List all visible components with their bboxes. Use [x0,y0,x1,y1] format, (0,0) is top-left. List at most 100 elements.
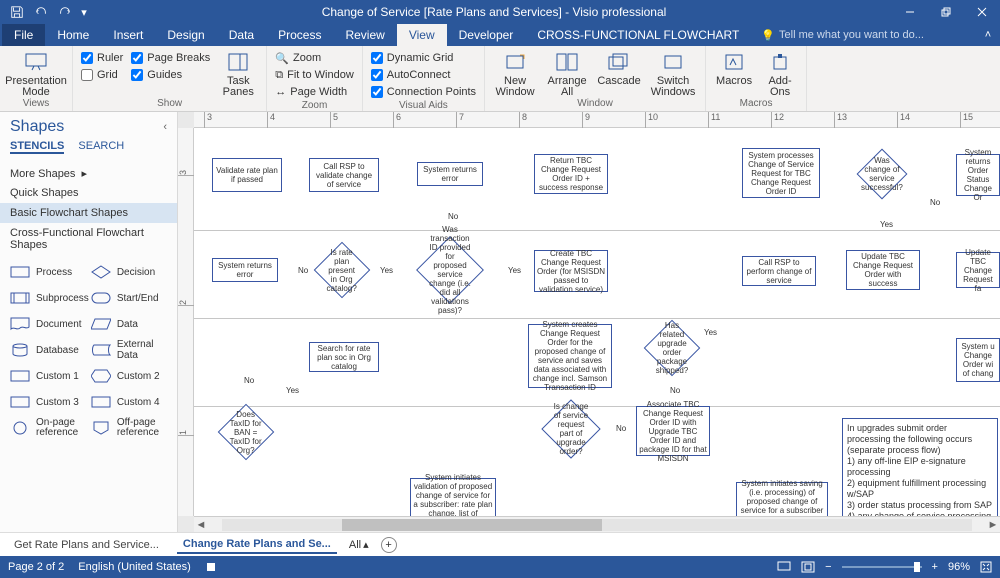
flowchart-shape[interactable]: Associate TBC Change Request Order ID wi… [636,406,710,456]
guides-checkbox[interactable]: Guides [131,67,210,83]
shape-subprocess[interactable]: Subprocess [10,287,89,309]
close-button[interactable] [964,0,1000,24]
presentation-mode-button[interactable]: Presentation Mode [8,50,64,98]
minimize-button[interactable] [892,0,928,24]
shape-document[interactable]: Document [10,313,89,335]
cascade-button[interactable]: Cascade [597,50,641,87]
flowchart-decision[interactable]: Was transaction ID provided for proposed… [416,236,484,304]
tab-home[interactable]: Home [45,24,101,46]
tab-insert[interactable]: Insert [101,24,155,46]
stencil-basic-flowchart[interactable]: Basic Flowchart Shapes [0,203,177,223]
tab-developer[interactable]: Developer [447,24,526,46]
scroll-right-button[interactable]: ► [986,519,1000,531]
tab-file[interactable]: File [2,24,45,46]
flowchart-shape[interactable]: System initiates saving (i.e. processing… [736,482,828,516]
shapes-tab-stencils[interactable]: STENCILS [10,140,64,154]
horizontal-scrollbar[interactable]: ◄ ► [194,516,1000,532]
tab-review[interactable]: Review [333,24,396,46]
shape-custom4[interactable]: Custom 4 [91,391,167,413]
stencil-cross-functional[interactable]: Cross-Functional Flowchart Shapes [0,223,177,255]
shape-external-data[interactable]: External Data [91,339,167,361]
zoom-out-button[interactable]: − [825,561,831,573]
flowchart-shape[interactable]: Call RSP to perform change of service [742,256,816,286]
zoom-button[interactable]: 🔍Zoom [275,50,354,66]
flowchart-shape[interactable]: Validate rate plan if passed [212,158,282,192]
sheet-tab-2[interactable]: Change Rate Plans and Se... [177,536,337,554]
shape-custom1[interactable]: Custom 1 [10,365,89,387]
shape-startend[interactable]: Start/End [91,287,167,309]
more-shapes-button[interactable]: More Shapes▸ [0,164,177,183]
flowchart-shape[interactable]: Call RSP to validate change of service [309,158,379,192]
flowchart-shape[interactable]: System returns error [212,258,278,282]
shapes-tab-search[interactable]: SEARCH [78,140,124,154]
stencil-quick-shapes[interactable]: Quick Shapes [0,183,177,203]
flowchart-shape[interactable]: System creates Change Request Order for … [528,324,612,388]
zoom-level[interactable]: 96% [948,561,970,573]
tab-design[interactable]: Design [155,24,216,46]
flowchart-shape[interactable]: Search for rate plan soc in Org catalog [309,342,379,372]
flowchart-shape[interactable]: System initiates validation of proposed … [410,478,496,516]
shape-decision[interactable]: Decision [91,261,167,283]
task-panes-button[interactable]: Task Panes [218,50,258,98]
shape-custom3[interactable]: Custom 3 [10,391,89,413]
page-width-button[interactable]: ↔Page Width [275,84,354,100]
flowchart-note[interactable]: In upgrades submit order processing the … [842,418,998,516]
fit-window-button[interactable]: ⧉Fit to Window [275,67,354,83]
qat-customize-button[interactable]: ▾ [78,1,90,23]
record-macro-icon[interactable] [205,561,217,573]
tab-process[interactable]: Process [266,24,333,46]
scroll-thumb[interactable] [342,519,602,531]
addons-button[interactable]: Add- Ons [762,50,798,98]
flowchart-decision[interactable]: Is rate plan present in Org catalog? [314,242,371,299]
tab-cross-functional-flowchart[interactable]: CROSS-FUNCTIONAL FLOWCHART [525,24,751,46]
flowchart-decision[interactable]: Does TaxID for BAN = TaxID for Org? [218,404,275,461]
restore-button[interactable] [928,0,964,24]
ruler-checkbox[interactable]: Ruler [81,50,123,66]
language-indicator[interactable]: English (United States) [78,561,191,573]
flowchart-shape[interactable]: System u Change Order wi of chang [956,338,1000,382]
tab-data[interactable]: Data [217,24,266,46]
autoconnect-checkbox[interactable]: AutoConnect [371,67,476,83]
flowchart-shape[interactable]: Return TBC Change Request Order ID + suc… [534,154,608,194]
presentation-view-icon[interactable] [777,561,791,573]
macros-button[interactable]: Macros [714,50,754,87]
ribbon-collapse-button[interactable]: ˄ [976,24,1000,46]
arrange-all-button[interactable]: Arrange All [545,50,589,98]
redo-button[interactable] [54,1,76,23]
switch-windows-button[interactable]: Switch Windows [649,50,697,98]
flowchart-shape[interactable]: Update TBC Change Request fa [956,252,1000,288]
zoom-slider-handle[interactable] [914,562,920,572]
shape-data[interactable]: Data [91,313,167,335]
shape-process[interactable]: Process [10,261,89,283]
save-button[interactable] [6,1,28,23]
flowchart-shape[interactable]: System processes Change of Service Reque… [742,148,820,198]
sheet-tab-all[interactable]: All ▴ [349,538,369,551]
drawing-canvas[interactable]: Validate rate plan if passed Call RSP to… [194,128,1000,516]
new-window-button[interactable]: New Window [493,50,537,98]
scroll-left-button[interactable]: ◄ [194,519,208,531]
flowchart-decision[interactable]: Was change of service successful? [857,149,908,200]
flowchart-shape[interactable]: System returns error [417,162,483,186]
flowchart-shape[interactable]: System returns Order Status Change Or [956,154,1000,196]
zoom-in-button[interactable]: + [932,561,938,573]
fit-window-status-button[interactable] [980,561,992,573]
fit-page-icon[interactable] [801,561,815,573]
grid-checkbox[interactable]: Grid [81,67,123,83]
sheet-tab-1[interactable]: Get Rate Plans and Service... [8,537,165,553]
tell-me-search[interactable]: 💡 Tell me what you want to do... [751,24,976,46]
page-breaks-checkbox[interactable]: Page Breaks [131,50,210,66]
undo-button[interactable] [30,1,52,23]
flowchart-shape[interactable]: Create TBC Change Request Order (for MSI… [534,250,608,292]
shapes-collapse-button[interactable]: ‹ [163,121,167,133]
shape-database[interactable]: Database [10,339,89,361]
flowchart-decision[interactable]: Is change of service request part of upg… [541,399,600,458]
shape-custom2[interactable]: Custom 2 [91,365,167,387]
shape-offpage-reference[interactable]: Off-page reference [91,417,167,439]
shape-onpage-reference[interactable]: On-page reference [10,417,89,439]
flowchart-decision[interactable]: Has related upgrade order package shippe… [644,320,701,377]
dynamic-grid-checkbox[interactable]: Dynamic Grid [371,50,476,66]
add-page-button[interactable]: + [381,537,397,553]
connection-points-checkbox[interactable]: Connection Points [371,84,476,100]
tab-view[interactable]: View [397,24,447,46]
flowchart-shape[interactable]: Update TBC Change Request Order with suc… [846,250,920,290]
